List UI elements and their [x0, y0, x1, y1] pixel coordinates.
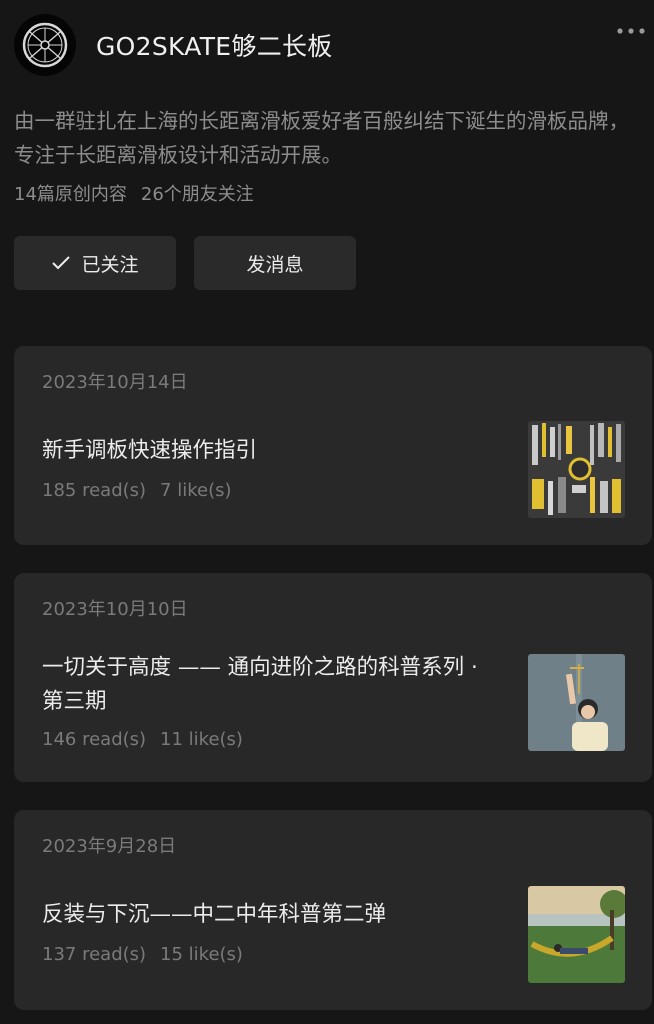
- article-thumbnail-hammock: [528, 886, 625, 983]
- check-icon: [52, 256, 71, 270]
- article-meta: 137 read(s) 15 like(s): [42, 944, 243, 965]
- message-label: 发消息: [246, 253, 304, 276]
- like-count: 11 like(s): [160, 729, 243, 750]
- more-dots-icon[interactable]: [614, 16, 648, 46]
- article-date: 2023年10月14日: [42, 372, 188, 393]
- friends-following-count[interactable]: 26个朋友关注: [141, 180, 254, 206]
- article-thumbnail-height: [528, 654, 625, 751]
- message-button[interactable]: 发消息: [194, 236, 356, 290]
- follow-label: 已关注: [81, 253, 139, 276]
- article-card[interactable]: 2023年9月28日 反装与下沉——中二中年科普第二弹 137 read(s) …: [14, 810, 652, 1010]
- article-card[interactable]: 2023年10月10日 一切关于高度 —— 通向进阶之路的科普系列 · 第三期 …: [14, 573, 652, 782]
- wheel-logo-icon: [22, 22, 68, 68]
- read-count: 146 read(s): [42, 729, 147, 750]
- article-card[interactable]: 2023年10月14日 新手调板快速操作指引 185 read(s) 7 lik…: [14, 346, 652, 545]
- avatar[interactable]: [14, 14, 76, 76]
- follow-button[interactable]: 已关注: [14, 236, 176, 290]
- account-description: 由一群驻扎在上海的长距离滑板爱好者百般纠结下诞生的滑板品牌，专注于长距离滑板设计…: [14, 109, 629, 167]
- original-content-count[interactable]: 14篇原创内容: [14, 180, 127, 206]
- read-count: 137 read(s): [42, 944, 147, 965]
- like-count: 7 like(s): [160, 480, 232, 501]
- article-meta: 146 read(s) 11 like(s): [42, 729, 243, 750]
- article-thumbnail-tools: [528, 421, 625, 518]
- article-title: 一切关于高度 —— 通向进阶之路的科普系列 · 第三期: [42, 655, 478, 714]
- article-title: 新手调板快速操作指引: [42, 438, 258, 463]
- article-title: 反装与下沉——中二中年科普第二弹: [42, 902, 387, 927]
- read-count: 185 read(s): [42, 480, 147, 501]
- like-count: 15 like(s): [160, 944, 243, 965]
- account-stats: 14篇原创内容 26个朋友关注: [14, 180, 254, 206]
- account-name: GO2SKATE够二长板: [96, 32, 333, 61]
- article-date: 2023年9月28日: [42, 836, 177, 857]
- article-meta: 185 read(s) 7 like(s): [42, 480, 232, 501]
- profile-header: GO2SKATE够二长板: [14, 14, 644, 76]
- article-date: 2023年10月10日: [42, 599, 188, 620]
